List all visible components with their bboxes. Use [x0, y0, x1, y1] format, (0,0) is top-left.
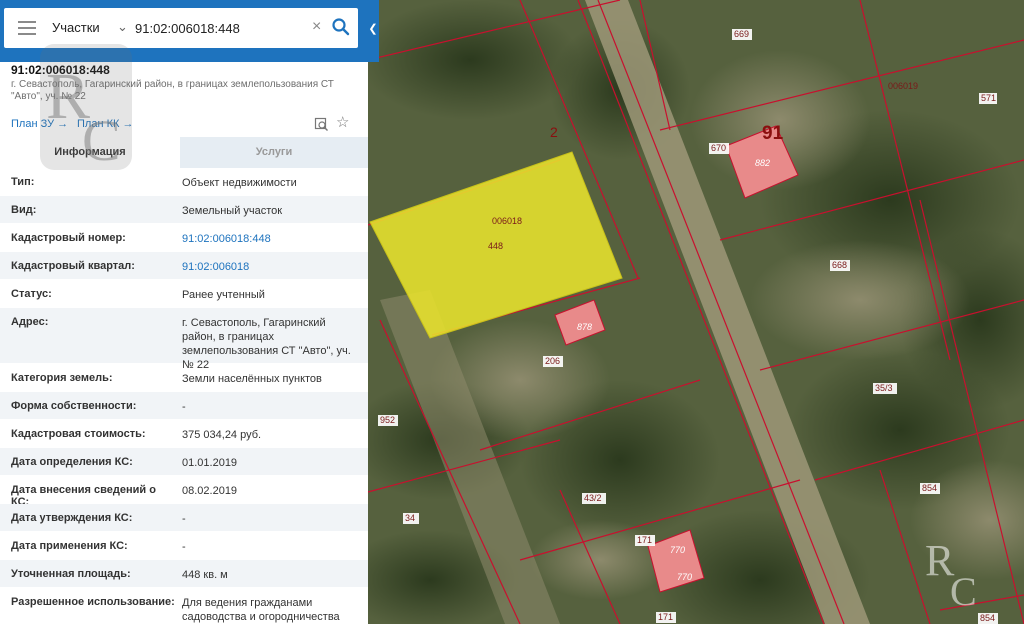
property-key: Статус: [11, 288, 52, 300]
map-label-171-b: 171 [658, 612, 673, 622]
tab-services[interactable]: Услуги [180, 137, 368, 168]
property-key: Адрес: [11, 316, 49, 328]
svg-text:C: C [82, 108, 121, 172]
property-key: Форма собственности: [11, 400, 137, 412]
layer-select[interactable]: Участки [52, 20, 100, 35]
map-search-icon[interactable] [314, 117, 329, 132]
property-row: Дата внесения сведений о КС: 08.02.2019 [0, 476, 368, 508]
property-key: Дата определения КС: [11, 456, 133, 468]
property-value: 448 кв. м [182, 569, 228, 581]
map-label-770-a: 770 [670, 545, 685, 555]
map-label-669: 669 [734, 29, 749, 39]
search-input[interactable] [135, 16, 305, 40]
map-label-854-b: 854 [980, 613, 995, 623]
map-label-952: 952 [380, 415, 395, 425]
map-label-35-3: 35/3 [875, 383, 893, 393]
info-panel: Участки ⌄ × 91:02:006018:448 г. Севастоп… [0, 0, 368, 624]
property-value: - [182, 513, 186, 525]
property-value: Земельный участок [182, 205, 283, 217]
map-label-882: 882 [755, 158, 770, 168]
map-label-block-other: 006019 [888, 81, 918, 91]
property-row: Форма собственности: - [0, 392, 368, 420]
property-value: - [182, 401, 186, 413]
property-key: Тип: [11, 176, 35, 188]
property-value: 08.02.2019 [182, 485, 238, 497]
map-label-43-2: 43/2 [584, 493, 602, 503]
property-key: Кадастровая стоимость: [11, 428, 146, 440]
property-value: Земли населённых пунктов [182, 373, 322, 385]
property-row: Тип: Объект недвижимости [0, 168, 368, 196]
cadastral-number-link[interactable]: 91:02:006018:448 [182, 232, 362, 246]
map-label-571: 571 [981, 93, 996, 103]
property-value: Объект недвижимости [182, 177, 297, 189]
property-row: Статус: Ранее учтенный [0, 280, 368, 308]
star-icon[interactable]: ☆ [336, 115, 349, 131]
chevron-down-icon[interactable]: ⌄ [117, 19, 128, 35]
property-row: Кадастровый номер: 91:02:006018:448 [0, 224, 368, 252]
close-icon[interactable]: × [312, 18, 321, 36]
property-value: Ранее учтенный [182, 289, 265, 301]
map-label-670: 670 [711, 143, 726, 153]
map-label-block-selected: 006018 [492, 216, 522, 226]
chevron-left-icon[interactable]: ❮ [367, 0, 379, 62]
watermark-logo-panel: R C [40, 44, 132, 172]
menu-icon[interactable] [18, 21, 36, 35]
property-row: Категория земель: Земли населённых пункт… [0, 364, 368, 392]
property-row: Кадастровый квартал: 91:02:006018 [0, 252, 368, 280]
property-row: Дата утверждения КС: - [0, 504, 368, 532]
map-label-parcel-selected: 448 [488, 241, 503, 251]
property-row: Кадастровая стоимость: 375 034,24 руб. [0, 420, 368, 448]
property-row: Адрес: г. Севастополь, Гагаринский район… [0, 308, 368, 371]
search-icon[interactable] [331, 17, 351, 37]
property-row: Уточненная площадь: 448 кв. м [0, 560, 368, 588]
property-key: Дата утверждения КС: [11, 512, 133, 524]
map-label-854-a: 854 [922, 483, 937, 493]
property-key: Вид: [11, 204, 37, 216]
property-row: Вид: Земельный участок [0, 196, 368, 224]
property-value: 375 034,24 руб. [182, 429, 262, 441]
map-label-34: 34 [405, 513, 415, 523]
property-list: Тип: Объект недвижимости Вид: Земельный … [0, 168, 368, 624]
cadastral-quarter-link[interactable]: 91:02:006018 [182, 260, 362, 274]
property-key: Категория земель: [11, 372, 113, 384]
property-row: Разрешенное использование: Для ведения г… [0, 588, 368, 624]
map-label-206: 206 [545, 356, 560, 366]
property-value: 01.01.2019 [182, 457, 238, 469]
property-value: - [182, 541, 186, 553]
property-key: Разрешенное использование: [11, 596, 175, 608]
property-value: Для ведения гражданами садоводства и ого… [182, 597, 340, 623]
map-label-line: 2 [550, 124, 558, 140]
map-label-171-a: 171 [637, 535, 652, 545]
map-label-878: 878 [577, 322, 592, 332]
map-label-quarter: 91 [762, 123, 784, 144]
svg-text:C: C [950, 569, 977, 614]
property-key: Кадастровый квартал: [11, 260, 135, 272]
property-key: Дата применения КС: [11, 540, 128, 552]
property-key: Кадастровый номер: [11, 232, 126, 244]
map-label-668: 668 [832, 260, 847, 270]
property-row: Дата определения КС: 01.01.2019 [0, 448, 368, 476]
property-row: Дата применения КС: - [0, 532, 368, 560]
map-label-770-b: 770 [677, 572, 692, 582]
property-key: Уточненная площадь: [11, 568, 131, 580]
